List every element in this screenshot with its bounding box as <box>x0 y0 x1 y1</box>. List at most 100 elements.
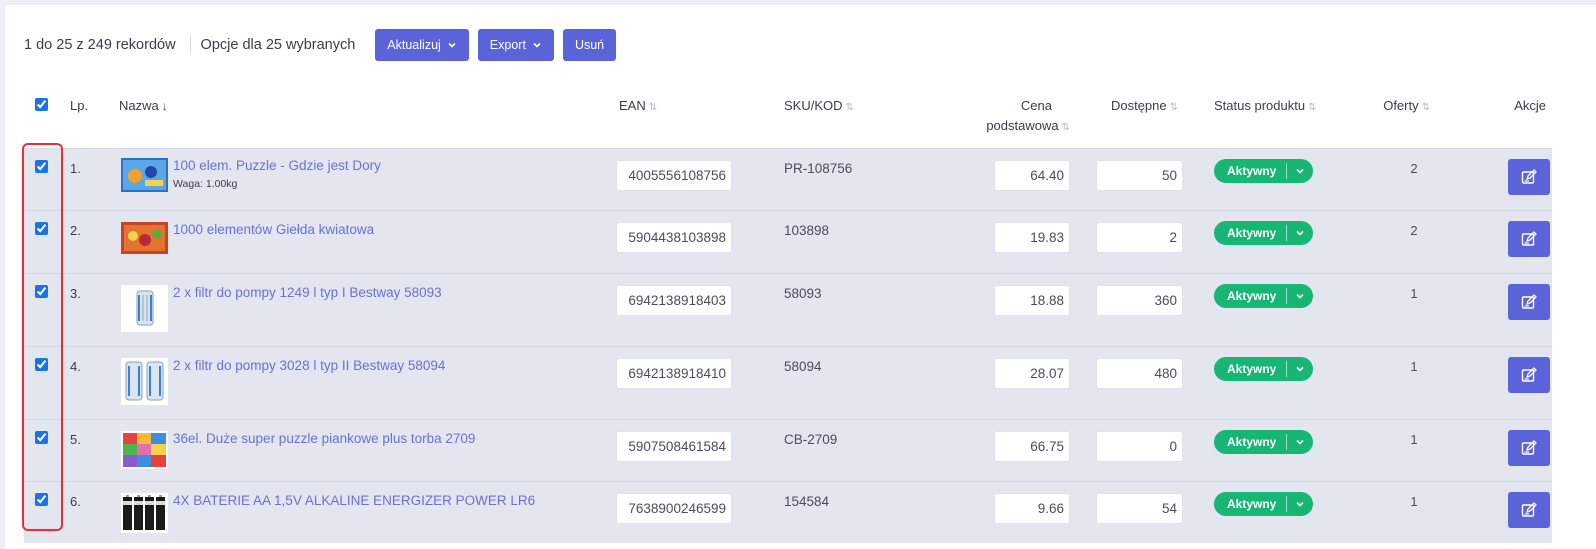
price-input[interactable]: 28.07 <box>994 357 1070 389</box>
available-input[interactable]: 480 <box>1096 357 1183 389</box>
row-sku: 154584 <box>784 493 830 509</box>
available-input[interactable]: 0 <box>1096 430 1183 462</box>
ean-input[interactable]: 6942138918403 <box>616 284 732 316</box>
sort-desc-icon: ↓ <box>161 99 168 113</box>
price-input[interactable]: 64.40 <box>994 159 1070 191</box>
edit-icon <box>1521 230 1537 246</box>
col-name[interactable]: Nazwa ↓ <box>119 90 614 148</box>
price-input[interactable]: 18.88 <box>994 284 1070 316</box>
delete-button[interactable]: Usuń <box>562 29 617 61</box>
col-available[interactable]: Dostępne ⇅ <box>1074 90 1196 148</box>
status-dropdown[interactable]: Aktywny <box>1214 429 1314 454</box>
col-price-label-1: Cena <box>1020 98 1052 113</box>
row-sku: 58094 <box>784 358 822 374</box>
col-sku[interactable]: SKU/KOD ⇅ <box>779 90 939 148</box>
ean-input[interactable]: 6942138918410 <box>616 357 732 389</box>
edit-button[interactable] <box>1508 491 1550 528</box>
puzzle-flowers-icon <box>121 221 168 257</box>
col-actions: Akcje <box>1514 98 1546 113</box>
col-price[interactable]: Cena podstawowa ⇅ <box>939 90 1074 148</box>
edit-button[interactable] <box>1508 356 1550 393</box>
product-name-link[interactable]: 2 x filtr do pompy 3028 l typ II Bestway… <box>119 358 614 373</box>
row-offers: 2 <box>1410 160 1418 176</box>
edit-button[interactable] <box>1508 429 1550 466</box>
row-checkbox[interactable] <box>35 159 48 173</box>
col-ean-label: EAN <box>619 98 646 113</box>
ean-input[interactable]: 5904438103898 <box>616 221 732 253</box>
edit-icon <box>1521 168 1537 184</box>
export-button-label: Export <box>489 38 526 52</box>
row-offers: 1 <box>1410 493 1418 509</box>
price-input[interactable]: 9.66 <box>994 492 1070 524</box>
ean-input[interactable]: 5907508461584 <box>616 430 732 462</box>
selected-options-label: Opcje dla 25 wybranych <box>200 37 356 53</box>
row-checkbox[interactable] <box>35 284 48 298</box>
col-status[interactable]: Status produktu ⇅ <box>1196 90 1346 148</box>
row-offers: 1 <box>1410 358 1418 374</box>
row-offers: 1 <box>1410 285 1418 301</box>
sort-icon: ⇅ <box>1061 122 1070 133</box>
status-dropdown[interactable]: Aktywny <box>1214 356 1314 381</box>
row-checkbox[interactable] <box>35 221 48 235</box>
filter-double-icon <box>121 357 168 408</box>
row-lp: 1. <box>70 160 81 176</box>
status-dropdown[interactable]: Aktywny <box>1214 220 1314 245</box>
toolbar-divider <box>189 36 191 54</box>
status-dropdown[interactable]: Aktywny <box>1214 158 1314 183</box>
edit-button[interactable] <box>1508 158 1550 195</box>
col-price-label-2: podstawowa <box>986 118 1059 133</box>
price-input[interactable]: 19.83 <box>994 221 1070 253</box>
col-offers[interactable]: Oferty ⇅ <box>1346 90 1436 148</box>
row-sku: 103898 <box>784 222 830 238</box>
col-ean[interactable]: EAN ⇅ <box>614 90 779 148</box>
row-sku: PR-108756 <box>784 160 853 176</box>
sort-icon: ⇅ <box>1421 102 1430 113</box>
product-name-link[interactable]: 1000 elementów Giełda kwiatowa <box>119 222 614 237</box>
sort-icon: ⇅ <box>1169 102 1178 113</box>
edit-button[interactable] <box>1508 283 1550 320</box>
col-offers-label: Oferty <box>1383 98 1419 113</box>
row-offers: 1 <box>1410 431 1418 447</box>
export-button[interactable]: Export <box>477 29 554 61</box>
row-checkbox[interactable] <box>35 492 48 506</box>
available-input[interactable]: 360 <box>1096 284 1183 316</box>
available-input[interactable]: 54 <box>1096 492 1183 524</box>
update-button[interactable]: Aktualizuj <box>375 29 469 61</box>
status-label: Aktywny <box>1214 360 1288 377</box>
ean-input[interactable]: 4005556108756 <box>616 159 732 191</box>
update-button-label: Aktualizuj <box>387 38 441 52</box>
available-input[interactable]: 50 <box>1096 159 1183 191</box>
product-name-link[interactable]: 100 elem. Puzzle - Gdzie jest Dory <box>119 158 614 173</box>
select-all-checkbox[interactable] <box>35 98 48 111</box>
status-label: Aktywny <box>1214 287 1288 304</box>
edit-icon <box>1521 366 1537 382</box>
status-dropdown[interactable]: Aktywny <box>1214 283 1314 308</box>
product-name-link[interactable]: 2 x filtr do pompy 1249 l typ I Bestway … <box>119 285 614 300</box>
col-sku-label: SKU/KOD <box>784 98 843 113</box>
price-input[interactable]: 66.75 <box>994 430 1070 462</box>
sort-icon: ⇅ <box>845 102 854 113</box>
row-lp: 6. <box>70 493 81 509</box>
products-table: Lp. Nazwa ↓ EAN ⇅ SKU/KOD ⇅ Cena podstawowa ⇅… <box>24 90 1552 543</box>
row-checkbox[interactable] <box>35 357 48 371</box>
product-weight: Waga: 1.00kg <box>173 177 238 190</box>
edit-button[interactable] <box>1508 220 1550 257</box>
col-available-label: Dostępne <box>1110 98 1167 113</box>
row-lp: 2. <box>70 222 81 238</box>
status-label: Aktywny <box>1214 433 1288 450</box>
chevron-down-icon <box>1287 291 1313 301</box>
puzzle-dory-icon <box>121 157 168 195</box>
product-name-link[interactable]: 4X BATERIE AA 1,5V ALKALINE ENERGIZER PO… <box>119 493 614 508</box>
product-name-link[interactable]: 36el. Duże super puzzle piankowe plus to… <box>119 431 614 446</box>
status-dropdown[interactable]: Aktywny <box>1214 491 1314 516</box>
row-offers: 2 <box>1410 222 1418 238</box>
batteries-icon <box>121 492 168 536</box>
row-lp: 5. <box>70 431 81 447</box>
row-checkbox[interactable] <box>35 430 48 444</box>
sort-icon: ⇅ <box>1308 102 1317 113</box>
row-lp: 3. <box>70 285 81 301</box>
row-sku: 58093 <box>784 285 822 301</box>
table-row: 2. 1000 elementów Giełda kwiatowa 590443… <box>24 210 1552 273</box>
ean-input[interactable]: 7638900246599 <box>616 492 732 524</box>
available-input[interactable]: 2 <box>1096 221 1183 253</box>
